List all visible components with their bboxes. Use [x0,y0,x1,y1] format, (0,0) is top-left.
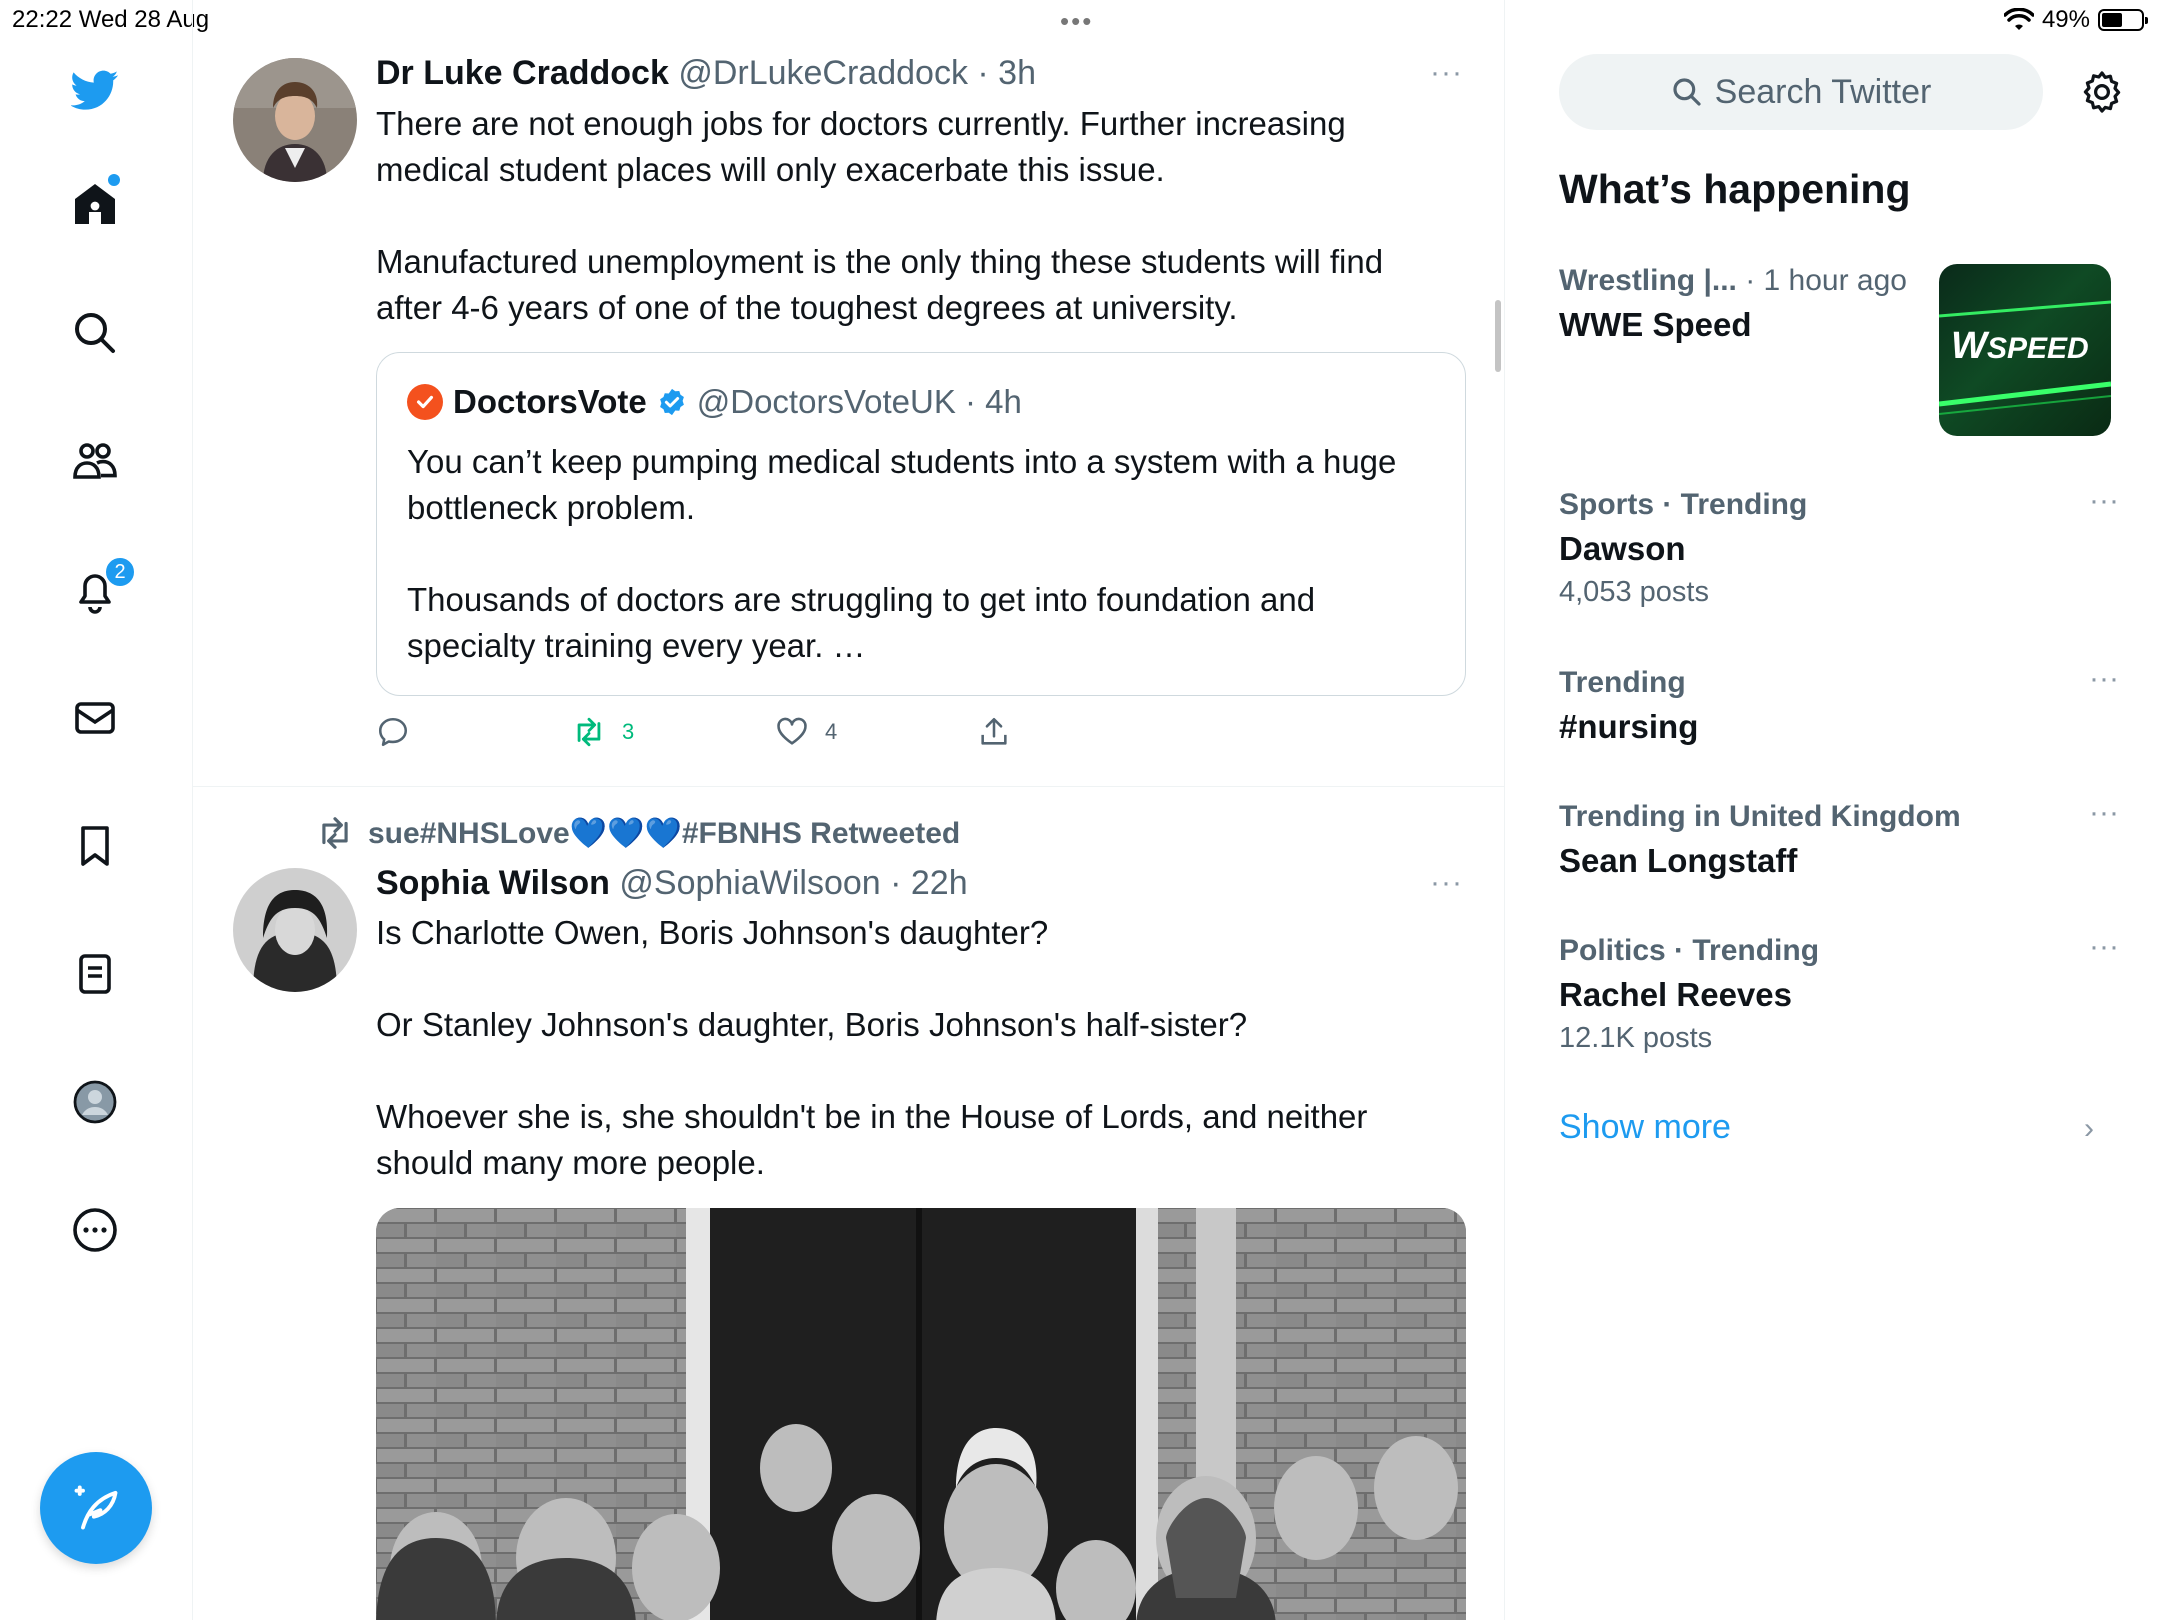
compose-feather-icon [74,1485,118,1530]
quote-author-handle-time: @DoctorsVoteUK · 4h [696,383,1022,420]
timeline-scrollbar[interactable] [1495,300,1501,372]
verified-badge-icon [659,388,684,416]
more-options-circle-icon[interactable] [67,1202,123,1258]
tweet-paragraph: Is Charlotte Owen, Boris Johnson's daugh… [376,914,1049,951]
author-name[interactable]: Dr Luke Craddock [376,54,669,92]
trend-time: · 1 hour ago [1736,264,1907,297]
trend-meta: Trending [1559,666,1686,699]
author-avatar[interactable] [233,868,357,992]
tweet-more-button[interactable]: ··· [1430,866,1463,900]
heart-icon [777,717,807,745]
tweet-paragraph: There are not enough jobs for doctors cu… [376,105,1346,188]
author-name[interactable]: Sophia Wilson [376,864,610,902]
left-nav: 2 [0,0,193,1620]
retweet-button[interactable]: 3 [572,715,634,749]
tweet-divider [193,786,1504,787]
chevron-right-icon[interactable]: › [2084,1112,2094,1146]
quote-paragraph: Thousands of doctors are struggling to g… [407,581,1316,664]
right-sidebar: Search Twitter What’s happening Wrestlin… [1506,0,2160,1620]
reply-icon [378,717,408,747]
messages-envelope-icon[interactable] [67,690,123,746]
retweet-count: 3 [622,719,635,744]
search-twitter-input[interactable]: Search Twitter [1559,54,2043,130]
trend-item[interactable]: Trending #nursing ··· [1559,662,2119,746]
trend-item[interactable]: Sports · Trending Dawson 4,053 posts ··· [1559,484,2119,609]
trend-count: 12.1K posts [1559,1022,1713,1054]
blue-hearts: 💙💙💙 [569,816,682,850]
share-icon [981,717,1007,745]
tweet-actions: 3 4 [376,715,1076,755]
trend-name: #nursing [1559,708,1699,745]
quoted-tweet[interactable]: DoctorsVote @DoctorsVoteUK · 4h You can’… [376,352,1466,696]
profile-avatar-icon[interactable] [67,1074,123,1130]
share-button[interactable] [977,715,1011,749]
tweet-paragraph: Whoever she is, she shouldn't be in the … [376,1098,1368,1181]
trend-item[interactable]: Politics · Trending Rachel Reeves 12.1K … [1559,930,2119,1055]
group-photo [376,1208,1466,1620]
home-unread-dot [108,174,120,186]
whats-happening-title: What’s happening [1559,166,1911,212]
retweet-icon [322,817,348,849]
search-placeholder: Search Twitter [1714,72,1932,111]
trend-more-button[interactable]: ··· [2089,662,2119,696]
doctorsvote-logo-icon [407,384,443,420]
wwe-w-mark: W [1951,325,1990,367]
explore-search-icon[interactable] [67,305,123,361]
trend-meta: Politics · Trending [1559,934,1820,967]
trend-name: Rachel Reeves [1559,976,1792,1013]
retweeter-name: sue#NHSLove [368,816,570,850]
author-handle-time[interactable]: @DrLukeCraddock · 3h [678,54,1036,92]
trend-name: Dawson [1559,530,1686,567]
tweet-paragraph: Manufactured unemployment is the only th… [376,243,1384,326]
show-more-link[interactable]: Show more [1559,1108,1731,1147]
trend-category: Wrestling |... [1559,264,1737,297]
tweet-paragraph: Or Stanley Johnson's daughter, Boris Joh… [376,1006,1248,1043]
settings-gear-icon[interactable] [2078,68,2126,116]
like-count: 4 [825,719,838,744]
wwe-speed-thumbnail[interactable]: W SPEED [1939,264,2111,436]
bookmark-icon[interactable] [67,818,123,874]
search-icon [1673,78,1701,106]
lists-icon[interactable] [67,946,123,1002]
quote-author-name: DoctorsVote [453,383,647,420]
author-avatar[interactable] [233,58,357,182]
notifications-badge: 2 [104,556,136,588]
compose-tweet-button[interactable] [40,1452,152,1564]
trend-meta: Sports · Trending [1559,488,1808,521]
tweet-photo[interactable] [376,1208,1466,1620]
twitter-logo-icon[interactable] [67,62,123,118]
trend-name: Sean Longstaff [1559,842,1798,879]
quote-text: You can’t keep pumping medical students … [407,439,1437,715]
tweet-more-button[interactable]: ··· [1430,56,1463,90]
quote-paragraph: You can’t keep pumping medical students … [407,443,1397,526]
tweet-header: Sophia Wilson @SophiaWilsoon · 22h [376,864,968,903]
trend-meta: Trending in United Kingdom [1559,800,1961,833]
retweet-icon [577,717,601,747]
tweet-text: Is Charlotte Owen, Boris Johnson's daugh… [376,910,1436,1186]
retweeted-suffix: #FBNHS Retweeted [681,816,961,850]
trend-more-button[interactable]: ··· [2089,796,2119,830]
trend-more-button[interactable]: ··· [2089,930,2119,964]
trend-item[interactable]: Trending in United Kingdom Sean Longstaf… [1559,796,2119,880]
trend-count: 4,053 posts [1559,576,1709,608]
reply-button[interactable] [376,715,410,749]
trend-more-button[interactable]: ··· [2089,484,2119,518]
communities-icon[interactable] [67,433,123,489]
tweet-text: There are not enough jobs for doctors cu… [376,101,1436,331]
timeline: Dr Luke Craddock @DrLukeCraddock · 3h ··… [193,0,1505,1620]
quote-header: DoctorsVote @DoctorsVoteUK · 4h [407,383,1022,421]
retweeted-by-line[interactable]: sue#NHSLove💙💙💙#FBNHS Retweeted [316,814,960,852]
author-handle-time[interactable]: @SophiaWilsoon · 22h [619,864,967,902]
like-button[interactable]: 4 [775,715,837,749]
tweet-header: Dr Luke Craddock @DrLukeCraddock · 3h [376,54,1036,93]
wwe-speed-label: SPEED [1987,332,2089,365]
